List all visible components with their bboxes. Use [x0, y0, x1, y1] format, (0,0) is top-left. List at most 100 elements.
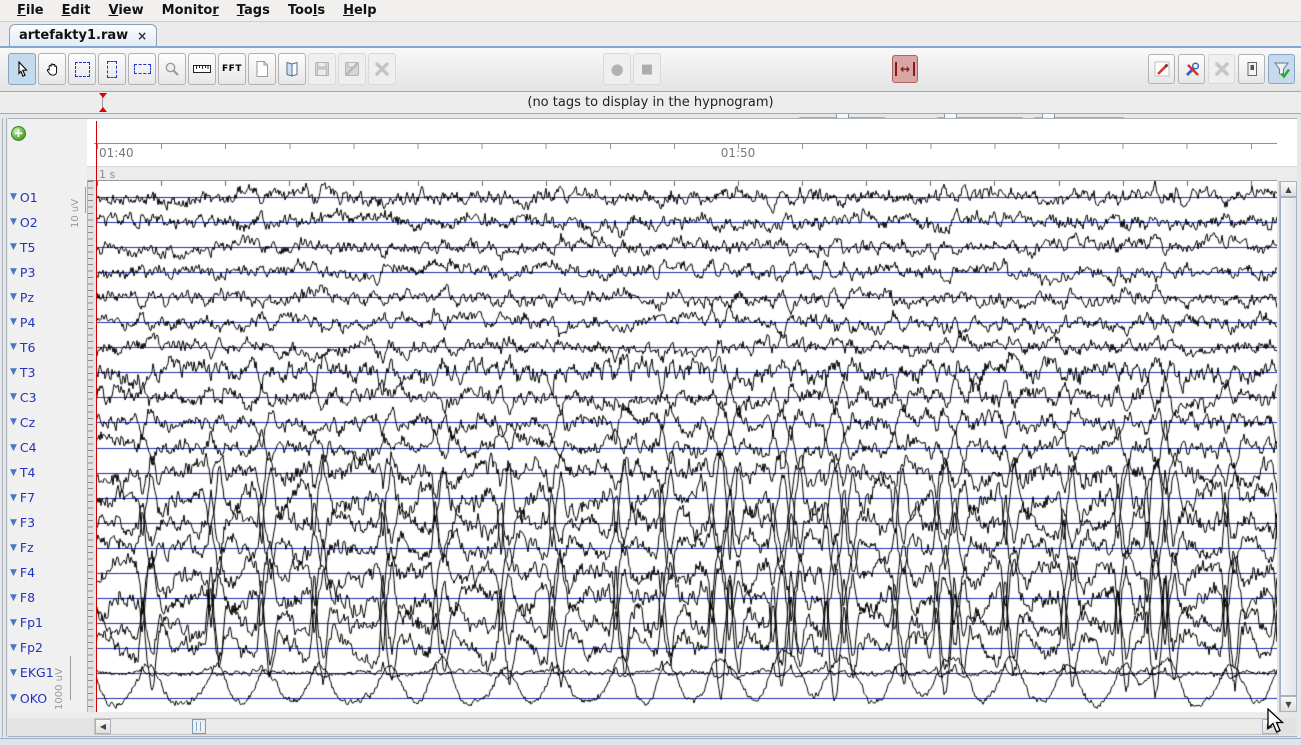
channel-name: F7 [20, 490, 35, 505]
montage-switch-button[interactable] [1238, 54, 1265, 84]
channel-collapse-icon[interactable]: ▼ [10, 543, 17, 553]
channel-label-t4[interactable]: ▼T4 [10, 464, 36, 482]
channel-collapse-icon[interactable]: ▼ [10, 342, 17, 352]
new-document-icon [253, 60, 271, 78]
channel-label-f3[interactable]: ▼F3 [10, 514, 35, 532]
channel-label-t3[interactable]: ▼T3 [10, 363, 36, 381]
fft-tool-button[interactable]: FFT [218, 53, 246, 85]
menu-item-tags[interactable]: Tags [228, 3, 279, 18]
channel-collapse-icon[interactable]: ▼ [10, 693, 17, 703]
open-tag-button[interactable] [278, 53, 306, 85]
menu-item-file[interactable]: File [8, 3, 53, 18]
fit-time-scale-button[interactable]: ↔ [892, 55, 918, 83]
channel-collapse-icon[interactable]: ▼ [10, 493, 17, 503]
add-button[interactable] [11, 126, 26, 141]
channel-name: T6 [20, 340, 36, 355]
clear-montage-button[interactable] [1208, 54, 1235, 84]
channel-label-o1[interactable]: ▼O1 [10, 188, 38, 206]
channel-collapse-icon[interactable]: ▼ [10, 468, 17, 478]
filter-funnel-icon [1272, 60, 1291, 79]
select-channel-icon [134, 64, 151, 74]
horizontal-scrollbar-thumb[interactable] [192, 719, 206, 734]
channel-collapse-icon[interactable]: ▼ [10, 593, 17, 603]
signal-position-cursor [96, 121, 97, 712]
menu-item-help[interactable]: Help [334, 3, 385, 18]
menu-item-edit[interactable]: Edit [53, 3, 100, 18]
channel-name: OKO [20, 691, 47, 706]
vertical-scrollbar-thumb[interactable] [1280, 197, 1297, 696]
channel-label-cz[interactable]: ▼Cz [10, 413, 35, 431]
new-tag-button[interactable] [248, 53, 276, 85]
channel-collapse-icon[interactable]: ▼ [10, 292, 17, 302]
timeline-ticks [97, 144, 1277, 149]
channel-label-fp1[interactable]: ▼Fp1 [10, 614, 43, 632]
zoom-tool-button[interactable] [158, 53, 186, 85]
signal-plot-area[interactable] [96, 181, 1277, 712]
channel-name: P3 [20, 265, 36, 280]
filter-toggle-button[interactable] [1268, 54, 1295, 84]
hand-tool-button[interactable] [38, 53, 66, 85]
channel-collapse-icon[interactable]: ▼ [10, 518, 17, 528]
channel-collapse-icon[interactable]: ▼ [10, 417, 17, 427]
channel-collapse-icon[interactable]: ▼ [10, 367, 17, 377]
channel-collapse-icon[interactable]: ▼ [10, 392, 17, 402]
save-icon [313, 60, 331, 78]
select-page-tool-button[interactable] [68, 53, 96, 85]
close-tag-button[interactable] [368, 53, 396, 85]
open-document-icon [283, 60, 301, 78]
channel-label-pz[interactable]: ▼Pz [10, 288, 34, 306]
menu-item-view[interactable]: View [100, 3, 153, 18]
channel-collapse-icon[interactable]: ▼ [10, 217, 17, 227]
panel-splitter[interactable] [2, 118, 7, 737]
channel-label-p3[interactable]: ▼P3 [10, 263, 35, 281]
channel-collapse-icon[interactable]: ▼ [10, 443, 17, 453]
eeg-signal-canvas[interactable] [96, 181, 1277, 712]
stop-button[interactable]: ■ [633, 53, 661, 85]
channel-collapse-icon[interactable]: ▼ [10, 192, 17, 202]
channel-label-fz[interactable]: ▼Fz [10, 539, 34, 557]
amplitude-ruler [87, 181, 96, 712]
channel-label-ekg1[interactable]: ▼EKG1 [10, 664, 54, 682]
channel-label-fp2[interactable]: ▼Fp2 [10, 639, 43, 657]
record-button[interactable]: ● [603, 53, 631, 85]
scroll-left-button[interactable]: ◀ [95, 719, 111, 734]
horizontal-scrollbar[interactable]: ◀ ▶ [94, 718, 1279, 735]
select-channel-tool-button[interactable] [128, 53, 156, 85]
ruler-tool-button[interactable] [188, 53, 216, 85]
channel-collapse-icon[interactable]: ▼ [10, 668, 17, 678]
hypnogram-strip[interactable]: (no tags to display in the hypnogram) [0, 91, 1301, 114]
channel-label-c4[interactable]: ▼C4 [10, 439, 37, 457]
tab-close-icon[interactable]: × [137, 29, 147, 43]
channel-collapse-icon[interactable]: ▼ [10, 267, 17, 277]
channel-collapse-icon[interactable]: ▼ [10, 643, 17, 653]
channel-label-f7[interactable]: ▼F7 [10, 489, 35, 507]
channel-label-o2[interactable]: ▼O2 [10, 213, 38, 231]
save-tag-button[interactable] [308, 53, 336, 85]
channel-label-t5[interactable]: ▼T5 [10, 238, 36, 256]
tab-artefakty1[interactable]: artefakty1.raw × [9, 24, 157, 46]
channel-label-c3[interactable]: ▼C3 [10, 388, 37, 406]
time-scale-band: 1 s [87, 166, 1297, 181]
channel-label-p4[interactable]: ▼P4 [10, 313, 35, 331]
channel-collapse-icon[interactable]: ▼ [10, 242, 17, 252]
pointer-tool-button[interactable] [8, 53, 36, 85]
channel-collapse-icon[interactable]: ▼ [10, 618, 17, 628]
channel-name: C4 [20, 440, 37, 455]
channel-collapse-icon[interactable]: ▼ [10, 317, 17, 327]
menu-item-tools[interactable]: Tools [279, 3, 334, 18]
channel-label-f8[interactable]: ▼F8 [10, 589, 35, 607]
channel-name: C3 [20, 390, 37, 405]
scroll-up-button[interactable]: ▲ [1280, 181, 1297, 197]
vertical-scrollbar[interactable]: ▲ ▼ [1279, 181, 1297, 712]
channel-label-t6[interactable]: ▼T6 [10, 338, 36, 356]
channel-label-oko[interactable]: ▼OKO [10, 689, 47, 707]
save-tag-as-button[interactable] [338, 53, 366, 85]
montage-tools-button[interactable] [1178, 54, 1205, 84]
channel-collapse-icon[interactable]: ▼ [10, 568, 17, 578]
wrench-screwdriver-icon [1183, 60, 1201, 78]
edit-montage-button[interactable] [1148, 54, 1175, 84]
menu-item-monitor[interactable]: Monitor [153, 3, 228, 18]
channel-label-f4[interactable]: ▼F4 [10, 564, 35, 582]
channel-name: EKG1 [20, 665, 54, 680]
select-column-tool-button[interactable] [98, 53, 126, 85]
